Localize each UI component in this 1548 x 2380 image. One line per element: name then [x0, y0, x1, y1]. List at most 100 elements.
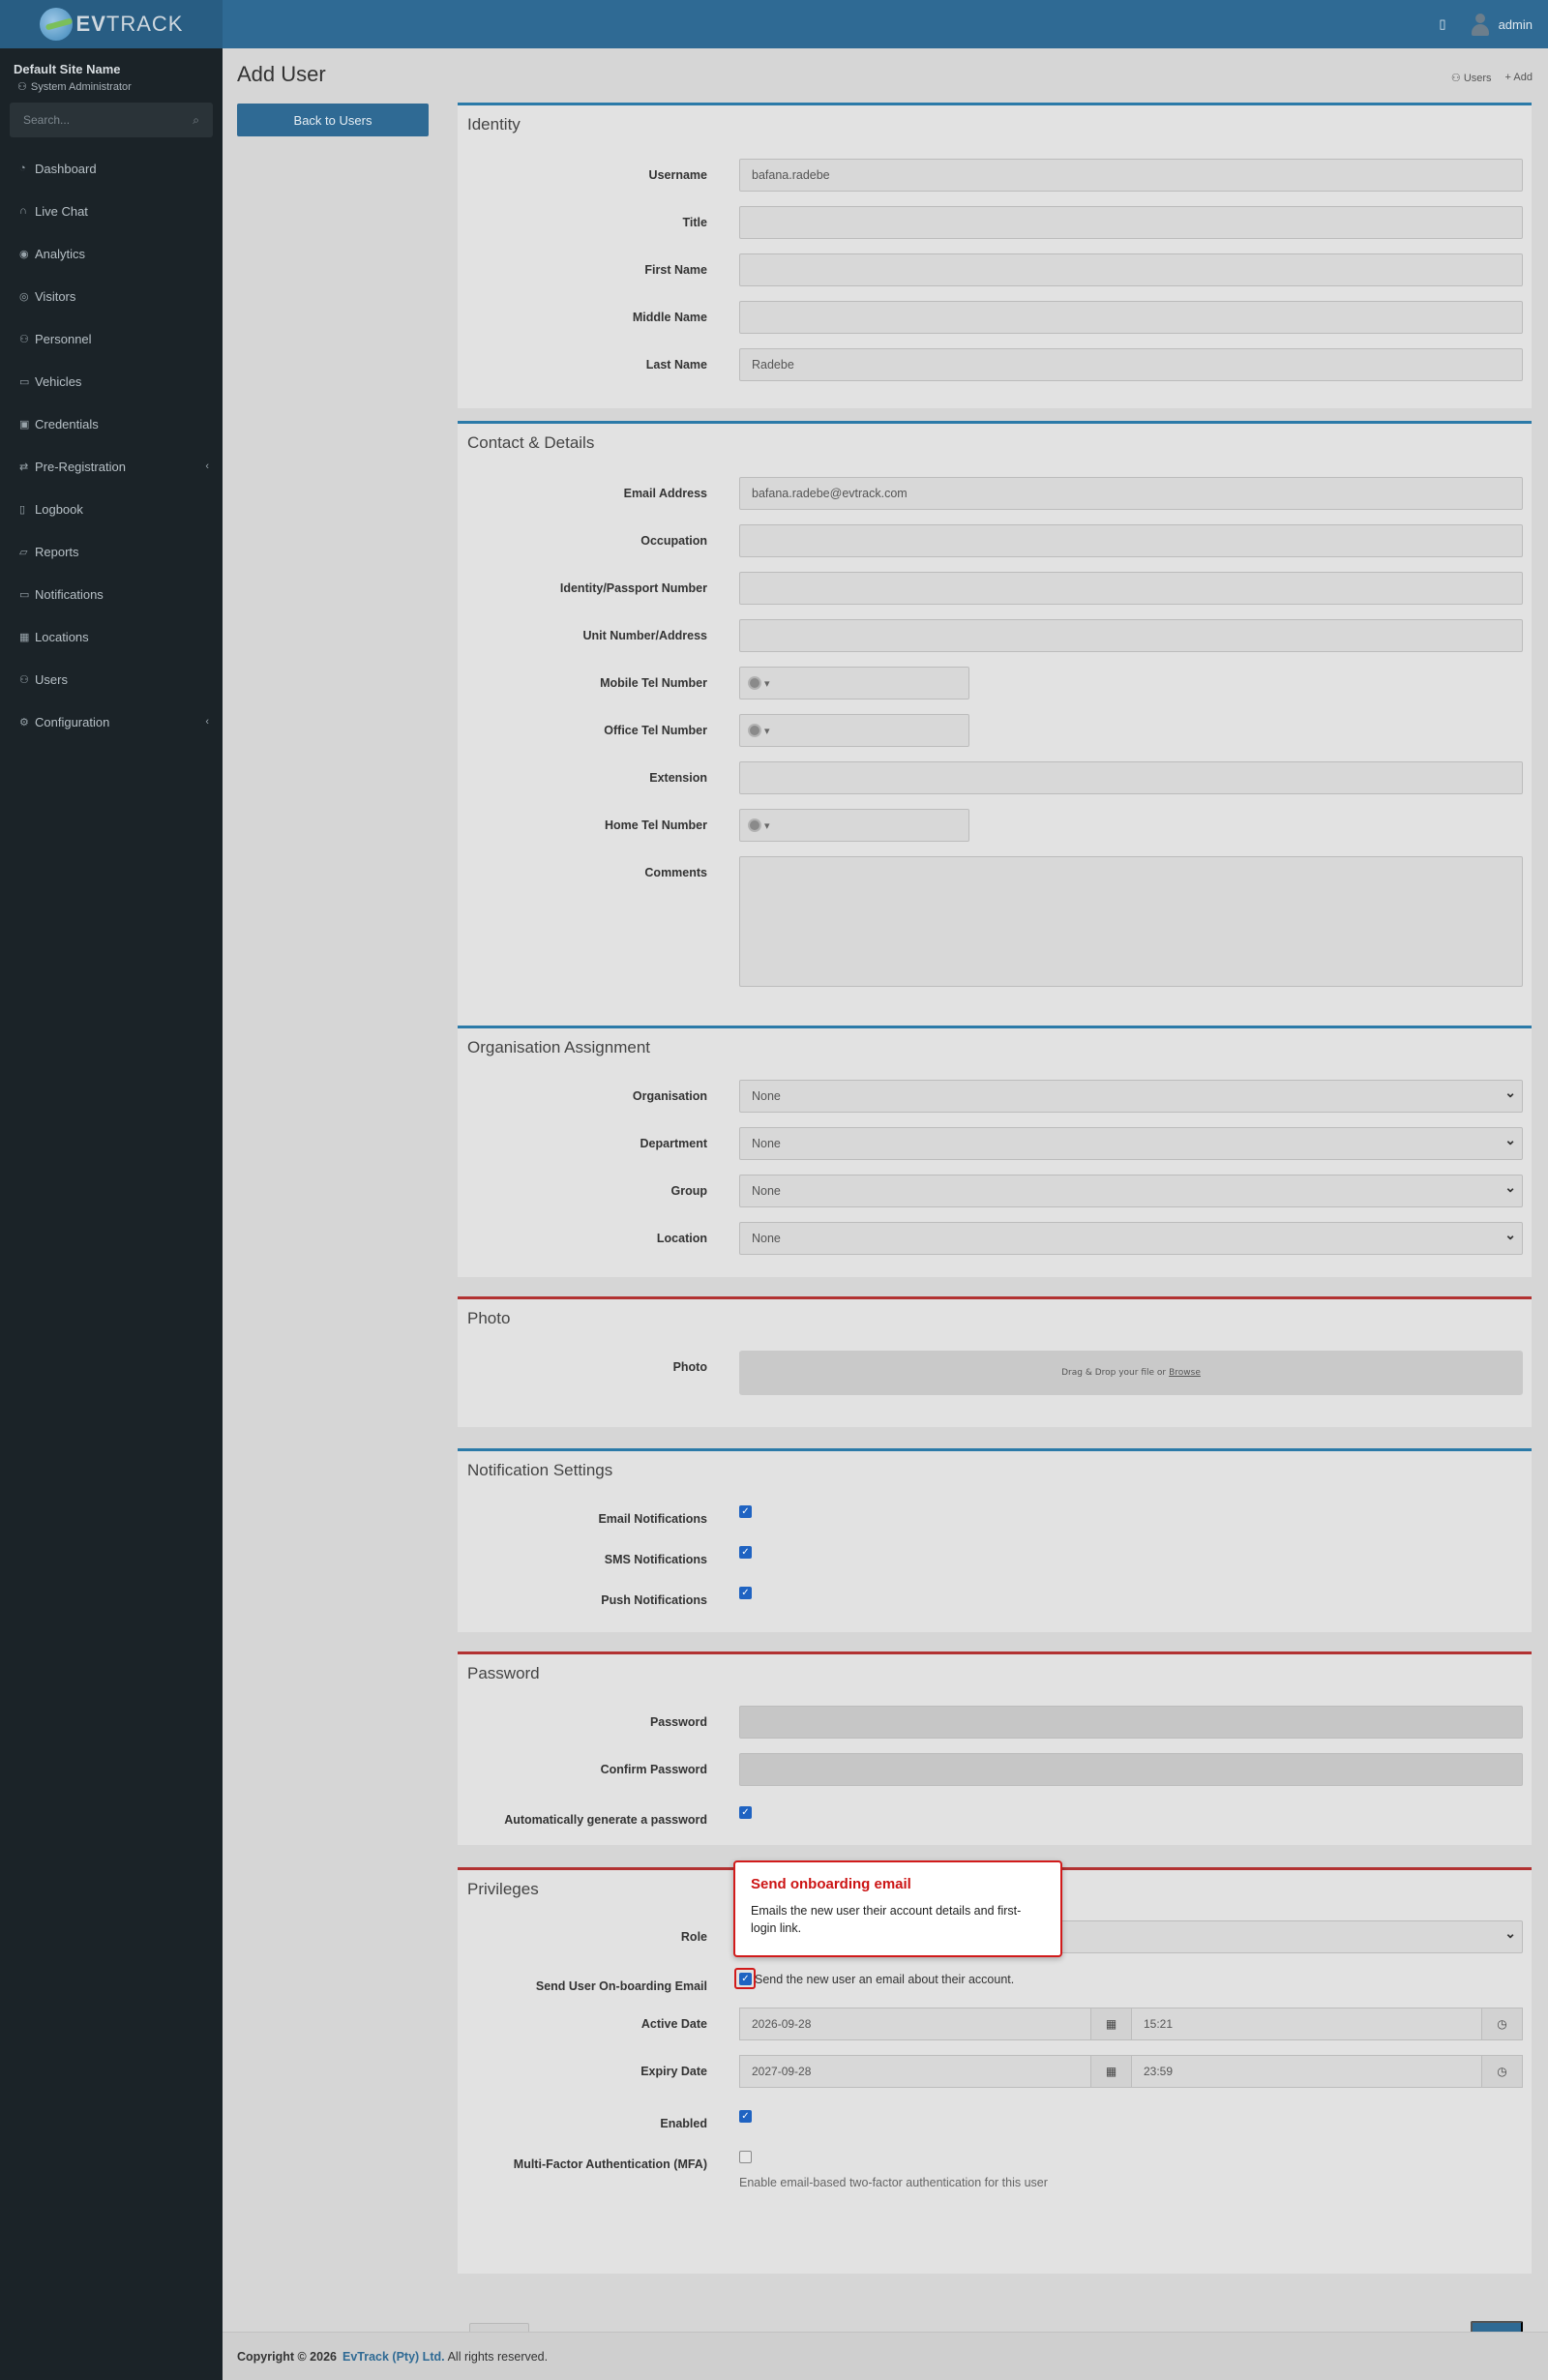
footer-rights: All rights reserved. — [447, 2349, 549, 2364]
group-select[interactable]: None — [739, 1175, 1523, 1207]
sidebar-item-users[interactable]: ⚇ Users — [0, 658, 223, 700]
active-date-input[interactable]: 2026-09-28 — [739, 2008, 1091, 2040]
sidebar-item-configuration[interactable]: ⚙ Configuration ‹ — [0, 700, 223, 743]
users-icon: ⚇ — [19, 673, 29, 686]
book-icon[interactable]: ▯ — [1439, 16, 1445, 32]
password-label: Password — [649, 1715, 707, 1729]
caret-down-icon: ▾ — [764, 725, 770, 737]
top-navbar: EVTRACK ▯ admin — [0, 0, 1548, 48]
sidebar-search-input[interactable]: Search... ⌕ — [10, 103, 213, 137]
email-input[interactable]: bafana.radebe@evtrack.com — [739, 477, 1523, 510]
home-phone-input[interactable]: ▾ — [739, 809, 969, 842]
mobile-phone-input[interactable]: ▾ — [739, 667, 969, 699]
identity-number-label: Identity/Passport Number — [559, 581, 707, 595]
expiry-date-group: 2027-09-28 ▦ 23:59 ◷ — [739, 2055, 1523, 2088]
notifications-icon: ▭ — [19, 588, 30, 601]
organisation-select[interactable]: None — [739, 1080, 1523, 1113]
email-notifications-checkbox[interactable]: ✓ — [739, 1505, 752, 1518]
autogen-password-checkbox[interactable]: ✓ — [739, 1806, 752, 1819]
password-input[interactable] — [739, 1706, 1523, 1739]
calendar-icon[interactable]: ▦ — [1091, 2055, 1132, 2088]
office-phone-input[interactable]: ▾ — [739, 714, 969, 747]
sidebar-item-logbook[interactable]: ▯ Logbook — [0, 488, 223, 530]
sidebar-item-visitors[interactable]: ◎ Visitors — [0, 275, 223, 317]
push-notifications-label: Push Notifications — [601, 1593, 707, 1607]
clock-icon[interactable]: ◷ — [1482, 2008, 1523, 2040]
confirm-password-input[interactable] — [739, 1753, 1523, 1786]
first-name-input[interactable] — [739, 253, 1523, 286]
onboarding-tooltip: Send onboarding email Emails the new use… — [733, 1860, 1062, 1957]
occupation-input[interactable] — [739, 524, 1523, 557]
globe-icon[interactable] — [748, 818, 761, 832]
sidebar-item-reports[interactable]: ▱ Reports — [0, 530, 223, 573]
breadcrumb-users[interactable]: ⚇ Users — [1451, 72, 1492, 84]
last-name-input[interactable]: Radebe — [739, 348, 1523, 381]
user-menu[interactable]: admin — [1470, 12, 1533, 37]
footer-brand-link[interactable]: EvTrack (Pty) Ltd. — [342, 2350, 445, 2364]
expiry-date-label: Expiry Date — [640, 2065, 707, 2078]
location-select[interactable]: None — [739, 1222, 1523, 1255]
eye-icon: ◎ — [19, 290, 29, 303]
back-to-users-button[interactable]: Back to Users — [237, 104, 429, 136]
mfa-checkbox[interactable] — [739, 2151, 752, 2163]
email-notifications-label: Email Notifications — [598, 1512, 707, 1526]
globe-icon[interactable] — [748, 724, 761, 737]
comments-label: Comments — [644, 866, 707, 879]
sidebar-item-label: Personnel — [35, 331, 92, 346]
personnel-icon: ⚇ — [19, 333, 29, 345]
comments-textarea[interactable] — [739, 856, 1523, 987]
search-icon[interactable]: ⌕ — [193, 113, 199, 128]
sms-notifications-checkbox[interactable]: ✓ — [739, 1546, 752, 1559]
sidebar-item-credentials[interactable]: ▣ Credentials — [0, 402, 223, 445]
vehicle-icon: ▭ — [19, 375, 30, 388]
sidebar-item-analytics[interactable]: ◉ Analytics — [0, 232, 223, 275]
unit-address-input[interactable] — [739, 619, 1523, 652]
push-notifications-checkbox[interactable]: ✓ — [739, 1587, 752, 1599]
middle-name-input[interactable] — [739, 301, 1523, 334]
sidebar-item-live-chat[interactable]: ∩ Live Chat — [0, 190, 223, 232]
sidebar-item-label: Visitors — [35, 288, 76, 304]
extension-input[interactable] — [739, 761, 1523, 794]
sidebar-item-label: Credentials — [35, 416, 99, 431]
browse-link[interactable]: Browse — [1169, 1368, 1201, 1378]
title-label: Title — [682, 216, 707, 229]
expiry-date-input[interactable]: 2027-09-28 — [739, 2055, 1091, 2088]
sidebar-item-label: Reports — [35, 544, 79, 559]
dashboard-icon: ◔ — [19, 163, 26, 174]
unit-address-label: Unit Number/Address — [582, 629, 708, 642]
identity-heading: Identity — [467, 115, 521, 134]
enabled-checkbox[interactable]: ✓ — [739, 2110, 752, 2123]
caret-down-icon: ▾ — [764, 819, 770, 832]
sms-notifications-label: SMS Notifications — [604, 1553, 707, 1566]
site-role: System Administrator — [30, 80, 132, 93]
sidebar-item-pre-registration[interactable]: ⇄ Pre-Registration ‹ — [0, 445, 223, 488]
logo-text-bold: EV — [75, 12, 106, 36]
clock-icon[interactable]: ◷ — [1482, 2055, 1523, 2088]
sidebar-item-personnel[interactable]: ⚇ Personnel — [0, 317, 223, 360]
calendar-icon[interactable]: ▦ — [1091, 2008, 1132, 2040]
mobile-label: Mobile Tel Number — [600, 676, 707, 690]
sidebar-item-dashboard[interactable]: ◔ Dashboard — [0, 147, 223, 190]
sidebar-item-notifications[interactable]: ▭ Notifications — [0, 573, 223, 615]
onboarding-checkbox-highlight — [734, 1968, 756, 1989]
tooltip-body: Emails the new user their account detail… — [751, 1904, 1022, 1936]
title-input[interactable] — [739, 206, 1523, 239]
photo-dropzone[interactable]: Drag & Drop your file or Browse — [739, 1351, 1523, 1395]
globe-icon[interactable] — [748, 676, 761, 690]
middle-name-label: Middle Name — [632, 311, 707, 324]
sidebar: Default Site Name ⚇ System Administrator… — [0, 48, 223, 2380]
sidebar-item-vehicles[interactable]: ▭ Vehicles — [0, 360, 223, 402]
gear-icon: ⚙ — [19, 716, 29, 729]
department-select[interactable]: None — [739, 1127, 1523, 1160]
active-time-input[interactable]: 15:21 — [1132, 2008, 1482, 2040]
sidebar-item-label: Vehicles — [35, 373, 82, 389]
identity-number-input[interactable] — [739, 572, 1523, 605]
username-input[interactable]: bafana.radebe — [739, 159, 1523, 192]
home-label: Home Tel Number — [604, 818, 707, 832]
logo[interactable]: EVTRACK — [0, 0, 223, 48]
expiry-time-input[interactable]: 23:59 — [1132, 2055, 1482, 2088]
chevron-left-icon: ‹ — [205, 461, 209, 472]
sidebar-item-locations[interactable]: ▦ Locations — [0, 615, 223, 658]
sidebar-item-label: Live Chat — [35, 203, 88, 219]
mfa-help-text: Enable email-based two-factor authentica… — [739, 2176, 1048, 2189]
